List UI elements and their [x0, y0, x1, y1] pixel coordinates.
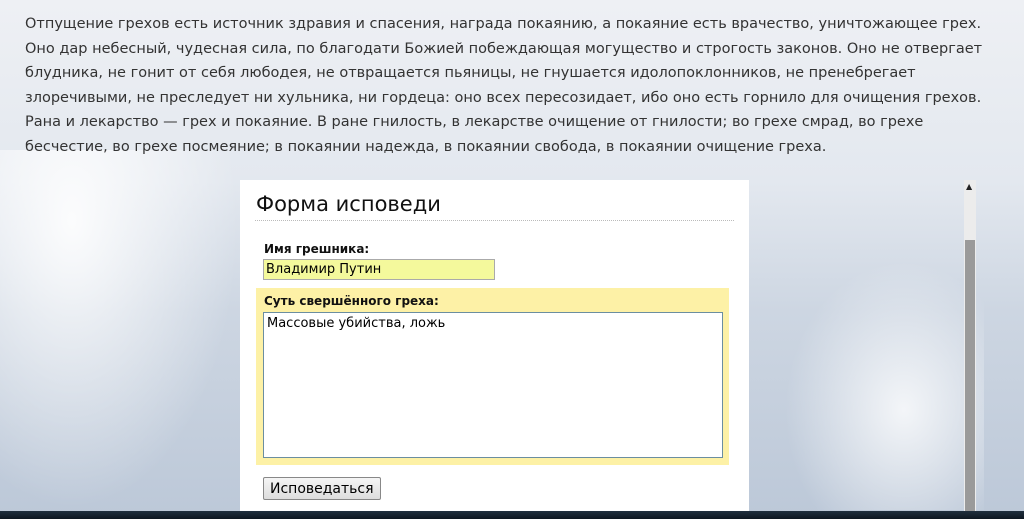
- divider: [255, 220, 734, 221]
- intro-paragraph-1: Отпущение грехов есть источник здравия и…: [25, 16, 983, 106]
- background-cloud: [784, 260, 984, 510]
- scroll-up-arrow-icon[interactable]: ▲: [966, 182, 972, 191]
- taskbar: [0, 511, 1024, 519]
- sin-field-group: Суть свершённого греха: Массовые убийств…: [256, 288, 729, 465]
- intro-text: Отпущение грехов есть источник здравия и…: [25, 12, 995, 159]
- scrollbar-thumb[interactable]: [965, 240, 975, 519]
- sin-textarea[interactable]: Массовые убийства, ложь: [263, 312, 723, 458]
- background-light: [0, 150, 240, 510]
- intro-paragraph-2: Рана и лекарство — грех и покаяние. В ра…: [25, 114, 924, 155]
- name-label: Имя грешника:: [264, 242, 370, 256]
- sinner-name-input[interactable]: [263, 259, 495, 280]
- confession-form: Форма исповеди Имя грешника: Суть свершё…: [240, 180, 749, 519]
- form-title: Форма исповеди: [256, 192, 441, 216]
- confess-button[interactable]: Исповедаться: [263, 477, 381, 500]
- sin-label: Суть свершённого греха:: [264, 294, 439, 308]
- scrollbar[interactable]: ▲: [964, 180, 976, 519]
